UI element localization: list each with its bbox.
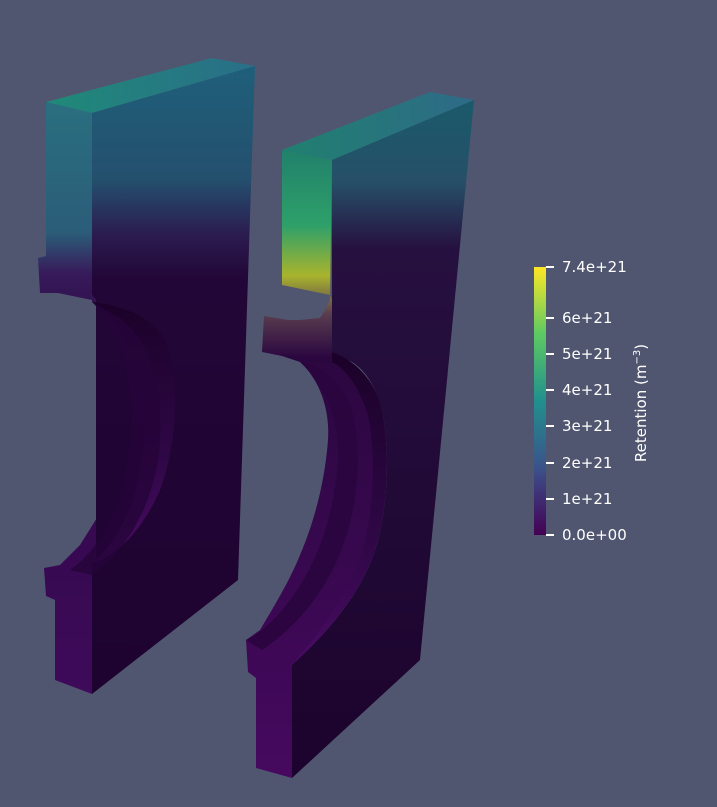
colorbar-tick-label: 1e+21 (562, 489, 613, 508)
colorbar-legend: 7.4e+21 6e+21 5e+21 4e+21 3e+21 2e+21 1e+21 0.0… (532, 258, 712, 555)
colorbar-tick-mark (546, 316, 554, 319)
colorbar-tick-label: 7.4e+21 (562, 258, 627, 276)
colorbar-title-close: ) (632, 343, 650, 350)
colorbar-tick-label: 3e+21 (562, 417, 613, 436)
colorbar-tick-mark (546, 425, 554, 428)
colorbar-gradient (534, 267, 546, 535)
colorbar-tick-label: 5e+21 (562, 344, 613, 363)
colorbar-tick-label: 2e+21 (562, 453, 613, 472)
colorbar-tick-mark (546, 461, 554, 464)
left-component (38, 58, 255, 694)
colorbar-tick-mark (546, 389, 554, 392)
3d-render-viewport[interactable]: 7.4e+21 6e+21 5e+21 4e+21 3e+21 2e+21 1e+21 0.0… (0, 0, 717, 807)
colorbar-tick-mark (546, 266, 554, 268)
colorbar-tick-label: 6e+21 (562, 308, 613, 327)
colorbar-tick-mark (546, 497, 554, 500)
colorbar-title: Retention (m−3) (632, 344, 650, 462)
colorbar-tick-mark (546, 352, 554, 355)
colorbar-tick-label: 4e+21 (562, 381, 613, 400)
colorbar-title-text: Retention (m (632, 364, 650, 463)
colorbar-title-exponent: −3 (632, 349, 643, 365)
right-component (246, 92, 474, 778)
colorbar-tick-mark (546, 534, 554, 536)
colorbar-tick-label: 0.0e+00 (562, 526, 627, 544)
